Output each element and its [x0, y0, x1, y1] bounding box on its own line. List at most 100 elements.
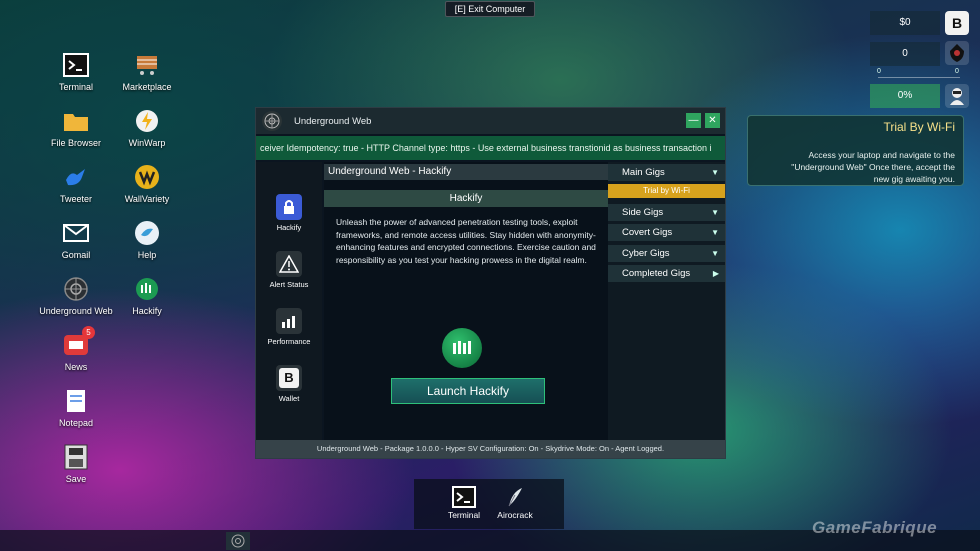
suspicion-display: 0	[870, 42, 940, 66]
quest-panel: Trial By Wi-Fi Access your laptop and na…	[747, 115, 964, 186]
window-title: Underground Web	[294, 115, 372, 127]
desktop-icon-gomail[interactable]: Gomail	[36, 220, 116, 260]
notepad-icon	[63, 388, 89, 414]
content-header: Underground Web - Hackify	[324, 164, 608, 180]
lightning-icon	[134, 108, 160, 134]
gig-category-label: Cyber Gigs	[622, 248, 670, 259]
quest-title: Trial By Wi-Fi	[883, 120, 955, 134]
gig-category-completed[interactable]: Completed Gigs ▶	[608, 265, 725, 282]
hackify-logo-icon	[442, 328, 482, 368]
desktop-icon-winwarp[interactable]: WinWarp	[107, 108, 187, 148]
exit-computer-hint: [E] Exit Computer	[445, 1, 535, 17]
sidebar-item-label: Alert Status	[269, 280, 309, 289]
app-sidebar: Hackify Alert Status Performance B Walle…	[256, 162, 322, 440]
sidebar-item-alert-status[interactable]: Alert Status	[256, 251, 322, 289]
desktop-icon-label: Notepad	[58, 418, 94, 428]
app-description: Unleash the power of advanced penetratio…	[336, 217, 596, 265]
window-statusbar: Underground Web - Package 1.0.0.0 - Hype…	[256, 440, 725, 458]
desktop-icon-label: File Browser	[50, 138, 101, 148]
chevron-down-icon: ▼	[711, 208, 719, 217]
underground-web-window: Underground Web — ✕ ceiver Idempotency: …	[255, 107, 726, 459]
desktop-icon-underground-web[interactable]: Underground Web	[36, 276, 116, 316]
folder-icon	[63, 108, 89, 134]
launch-hackify-button[interactable]: Launch Hackify	[391, 378, 545, 404]
desktop-icon-label: Tweeter	[59, 194, 92, 204]
window-titlebar[interactable]: Underground Web — ✕	[256, 108, 725, 134]
underground-web-taskbar-icon[interactable]	[226, 532, 250, 550]
help-icon	[134, 220, 160, 246]
dock-item-label: Terminal	[447, 510, 481, 520]
news-icon: 5	[63, 326, 95, 358]
close-icon: ✕	[708, 115, 717, 126]
gig-category-covert[interactable]: Covert Gigs ▼	[608, 224, 725, 241]
desktop-icon-label: Terminal	[58, 82, 93, 92]
desktop-icon-label: WallVariety	[124, 194, 170, 204]
chevron-down-icon: ▼	[711, 228, 719, 237]
sidebar-item-label: Hackify	[276, 223, 302, 232]
gig-category-label: Completed Gigs	[622, 268, 691, 279]
quest-description: Access your laptop and navigate to the "…	[791, 150, 955, 184]
dock-item-label: Airocrack	[497, 510, 533, 520]
bird-icon	[63, 164, 89, 190]
range-min-label: 0	[877, 68, 881, 75]
wallet-icon: B	[276, 365, 302, 391]
desktop-icon-label: Save	[65, 474, 87, 484]
desktop-icon-file-browser[interactable]: File Browser	[36, 108, 116, 148]
desktop-icon-tweeter[interactable]: Tweeter	[36, 164, 116, 204]
sidebar-item-label: Performance	[267, 337, 311, 346]
save-icon	[63, 444, 89, 470]
gigs-panel: Main Gigs ▼ Trial by Wi-Fi Side Gigs ▼ Cov…	[608, 162, 725, 440]
news-ticker: ceiver Idempotency: true - HTTP Channel …	[256, 136, 725, 160]
minimize-button[interactable]: —	[686, 113, 701, 128]
desktop-icon-label: News	[64, 362, 88, 372]
gig-category-cyber[interactable]: Cyber Gigs ▼	[608, 245, 725, 262]
desktop-icon-marketplace[interactable]: Marketplace	[107, 52, 187, 92]
sidebar-item-hackify[interactable]: Hackify	[256, 194, 322, 232]
dock-item-terminal[interactable]: Terminal	[439, 486, 489, 520]
hackify-icon	[134, 276, 160, 302]
desktop-icon-notepad[interactable]: Notepad	[36, 388, 116, 428]
chevron-down-icon: ▼	[711, 168, 719, 177]
hacker-icon	[945, 41, 969, 65]
sidebar-item-label: Wallet	[278, 394, 300, 403]
warning-icon	[276, 251, 302, 277]
lock-icon	[276, 194, 302, 220]
desktop-icon-label: Marketplace	[122, 82, 172, 92]
minimize-icon: —	[688, 115, 699, 126]
dock: Terminal Airocrack	[414, 479, 564, 529]
desktop-icon-label: Hackify	[132, 306, 162, 316]
desktop-icon-terminal[interactable]: Terminal	[36, 52, 116, 92]
terminal-icon	[452, 486, 476, 508]
main-content: Underground Web - Hackify Hackify Unleas…	[324, 162, 608, 440]
wallvariety-icon	[134, 164, 160, 190]
gig-category-side[interactable]: Side Gigs ▼	[608, 204, 725, 221]
bank-icon: B	[945, 11, 969, 35]
terminal-icon	[63, 52, 89, 78]
desktop-icon-label: Underground Web	[39, 306, 113, 316]
desktop-icon-wallvariety[interactable]: WallVariety	[107, 164, 187, 204]
underground-web-icon	[262, 111, 282, 131]
chart-icon	[276, 308, 302, 334]
desktop-icon-label: WinWarp	[128, 138, 166, 148]
content-subheader: Hackify	[324, 190, 608, 207]
notification-badge: 5	[82, 326, 95, 339]
close-button[interactable]: ✕	[705, 113, 720, 128]
mail-icon	[63, 220, 89, 246]
airocrack-icon	[503, 486, 527, 508]
chevron-down-icon: ▼	[711, 249, 719, 258]
sidebar-item-wallet[interactable]: B Wallet	[256, 365, 322, 403]
sidebar-item-performance[interactable]: Performance	[256, 308, 322, 346]
dock-item-airocrack[interactable]: Airocrack	[490, 486, 540, 520]
desktop-icon-news[interactable]: 5 News	[36, 326, 116, 372]
gig-category-main[interactable]: Main Gigs ▼	[608, 164, 725, 181]
desktop-icon-help[interactable]: Help	[107, 220, 187, 260]
money-display: $0	[870, 11, 940, 35]
range-max-label: 0	[955, 68, 959, 75]
desktop-icon-hackify[interactable]: Hackify	[107, 276, 187, 316]
range-track	[878, 77, 960, 78]
agent-icon	[945, 84, 969, 108]
gig-item-trial-by-wifi[interactable]: Trial by Wi-Fi	[608, 184, 725, 198]
gig-category-label: Covert Gigs	[622, 227, 673, 238]
desktop-icon-save[interactable]: Save	[36, 444, 116, 484]
underground-web-icon	[63, 276, 89, 302]
